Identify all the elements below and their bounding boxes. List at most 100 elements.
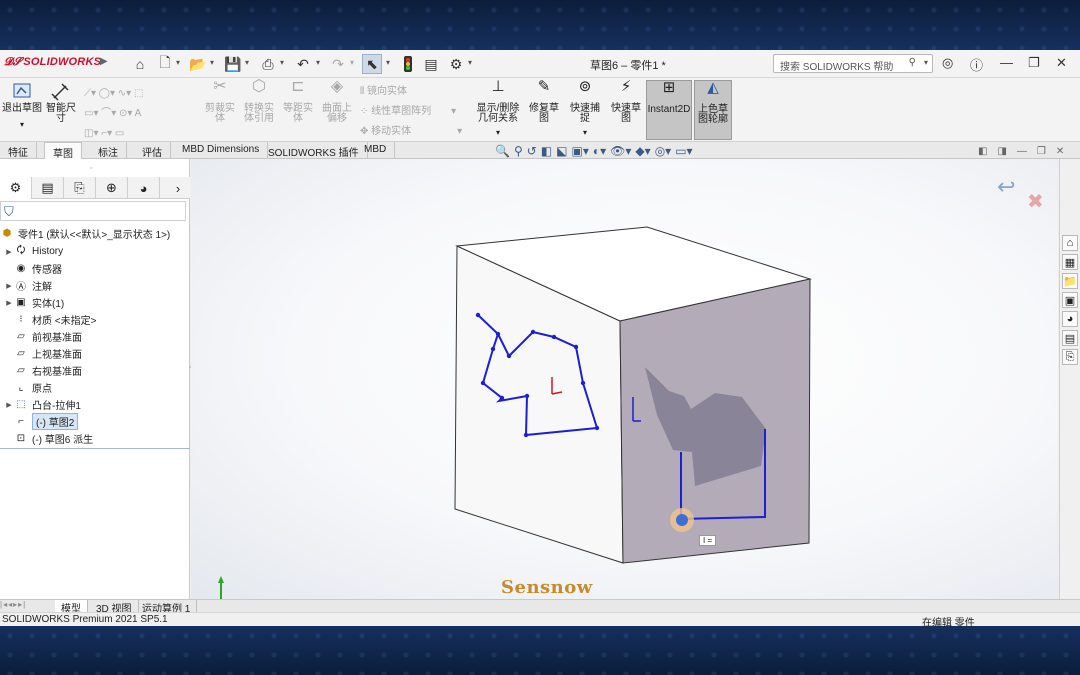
trim-entities-button[interactable]: ✂ 剪裁实体 — [202, 79, 238, 140]
menu-expand-icon[interactable]: ▶ — [100, 56, 108, 67]
open-icon[interactable]: 📂 — [188, 54, 208, 74]
offset-entities-button[interactable]: ⊏ 等距实体 — [280, 79, 316, 140]
move-entities-button[interactable]: ✥ 移动实体 ▾ — [360, 122, 462, 137]
tree-item-annotations[interactable]: ▶ Ⓐ 注解 — [4, 277, 52, 294]
property-manager-tab-icon[interactable]: ▤ — [32, 177, 64, 199]
tab-scroll-arrows[interactable]: |◂◂▸▸| — [0, 600, 26, 609]
tab-markup[interactable]: 标注 — [90, 142, 127, 159]
quick-snaps-button[interactable]: ⊚ 快速捕捉 ▾ — [566, 79, 604, 140]
rebuild-icon[interactable] — [398, 54, 418, 74]
tree-item-front-plane[interactable]: ▱ 前视基准面 — [4, 328, 82, 345]
redo-icon[interactable]: ↷ — [328, 54, 348, 74]
zoom-to-fit-icon[interactable]: 🔍 — [495, 144, 510, 160]
selected-point-icon[interactable] — [676, 514, 688, 526]
tile-right-icon[interactable]: ◨ — [997, 146, 1006, 157]
options-dropdown-icon[interactable]: ▾ — [468, 58, 472, 67]
viewport-restore-icon[interactable]: ❐ — [1037, 146, 1046, 157]
tab-mbd-dimensions[interactable]: MBD Dimensions — [174, 142, 269, 159]
tree-item-solid-bodies[interactable]: ▶ ▣ 实体(1) — [4, 294, 64, 311]
relations-dropdown-icon[interactable]: ▾ — [474, 128, 522, 138]
viewport-minimize-icon[interactable]: — — [1017, 146, 1027, 157]
select-dropdown-icon[interactable]: ▾ — [386, 58, 390, 67]
display-manager-tab-icon[interactable]: ◕ — [128, 177, 160, 199]
repair-sketch-button[interactable]: ✎ 修复草图 — [526, 79, 562, 140]
tree-item-top-plane[interactable]: ▱ 上视基准面 — [4, 345, 82, 362]
dimension-input-box[interactable]: I = — [699, 535, 717, 546]
design-library-icon[interactable]: ▦ — [1062, 254, 1078, 270]
zoom-area-icon[interactable]: ⚲ — [514, 144, 523, 160]
solidworks-logo[interactable]: 𝓓𝓢 SOLIDWORKS — [4, 56, 101, 69]
hide-show-items-icon[interactable]: 👁▾ — [610, 144, 631, 160]
tab-mbd[interactable]: MBD — [356, 142, 396, 159]
mirror-entities-button[interactable]: ⫴ 镜向实体 — [360, 82, 407, 97]
close-button[interactable]: ✕ — [1056, 55, 1067, 71]
dimxpert-tab-icon[interactable]: ⊕ — [96, 177, 128, 199]
restore-button[interactable]: ❐ — [1028, 55, 1040, 71]
tab-addins[interactable]: SOLIDWORKS 插件 — [260, 142, 368, 159]
tab-evaluate[interactable]: 评估 — [134, 142, 171, 159]
file-properties-icon[interactable]: ▤ — [421, 54, 441, 74]
tab-features[interactable]: 特征 — [0, 142, 37, 159]
new-dropdown-icon[interactable]: ▾ — [176, 58, 180, 67]
tree-root-part[interactable]: ⬢ 零件1 (默认<<默认>_显示状态 1>) — [0, 225, 171, 242]
account-icon[interactable]: ◎ — [942, 55, 953, 71]
sketch-entity-tools[interactable]: ⟋▾ ◯▾ ∿▾ ⬚ ▭▾ ⌒▾ ⊙▾ A ◫▾ ⌐▾ ▭ — [84, 84, 143, 144]
show-delete-relations-button[interactable]: ⊥ 显示/删除几何关系 ▾ — [474, 79, 522, 140]
options-gear-icon[interactable]: ⚙ — [446, 54, 466, 74]
tree-item-sensors[interactable]: ◉ 传感器 — [4, 260, 62, 277]
tree-item-sketch6[interactable]: ⊡ (-) 草图6 派生 — [4, 430, 93, 447]
forum-icon[interactable]: ⎘ — [1062, 349, 1078, 365]
linear-pattern-button[interactable]: ⁘ 线性草图阵列 ▾ — [360, 102, 456, 117]
help-icon[interactable]: ⓘ — [970, 55, 983, 74]
graphics-viewport[interactable]: I = Sensnow ↩ ✖ — [191, 159, 1058, 599]
file-explorer-icon[interactable]: 📁 — [1062, 273, 1078, 289]
display-style-icon[interactable]: ◐▾ — [593, 144, 606, 160]
dynamic-annotation-icon[interactable]: ⬕ — [556, 144, 567, 160]
convert-entities-button[interactable]: ⬡ 转换实体引用 — [240, 79, 278, 140]
open-dropdown-icon[interactable]: ▾ — [210, 58, 214, 67]
help-search-input[interactable]: 搜索 SOLIDWORKS 帮助 ⚲ ▾ — [773, 54, 933, 73]
exit-sketch-dropdown-icon[interactable]: ▾ — [2, 120, 42, 130]
tab-sketch[interactable]: 草图 — [44, 142, 82, 160]
shaded-sketch-contours-button[interactable]: ◭ 上色草图轮廓 — [694, 80, 732, 140]
appearances-icon[interactable]: ◕ — [1062, 311, 1078, 327]
rapid-sketch-button[interactable]: ⚡ 快速草图 — [608, 79, 644, 140]
panel-expand-icon[interactable]: › — [166, 177, 190, 199]
print-icon[interactable]: ⎙ — [258, 54, 278, 74]
edit-appearance-icon[interactable]: ◆▾ — [635, 144, 650, 160]
panel-grip-icon[interactable]: ◦ — [90, 165, 92, 172]
expand-arrow-icon[interactable]: ▶ — [4, 282, 14, 290]
viewport-close-icon[interactable]: ✕ — [1056, 146, 1064, 157]
view-orientation-icon[interactable]: ▣▾ — [572, 144, 589, 160]
tree-filter-input[interactable]: ⛉ — [0, 201, 186, 221]
custom-properties-icon[interactable]: ▤ — [1062, 330, 1078, 346]
solidworks-resources-icon[interactable]: ⌂ — [1062, 235, 1078, 251]
undo-dropdown-icon[interactable]: ▾ — [316, 58, 320, 67]
view-palette-icon[interactable]: ▣ — [1062, 292, 1078, 308]
save-icon[interactable]: 💾 — [223, 54, 243, 74]
home-icon[interactable]: ⌂ — [130, 54, 150, 74]
view-settings-icon[interactable]: ▭▾ — [675, 144, 692, 160]
print-dropdown-icon[interactable]: ▾ — [280, 58, 284, 67]
smart-dimension-button[interactable]: 智能尺寸 — [44, 80, 78, 140]
configuration-manager-tab-icon[interactable]: ⎘ — [64, 177, 96, 199]
feature-manager-tab-icon[interactable]: ⚙ — [0, 177, 32, 199]
tree-item-sketch2[interactable]: ⌐ (-) 草图2 — [4, 413, 79, 430]
expand-arrow-icon[interactable]: ▶ — [4, 248, 14, 256]
select-pointer-icon[interactable]: ⬉ — [362, 54, 382, 74]
tree-item-right-plane[interactable]: ▱ 右视基准面 — [4, 362, 82, 379]
undo-icon[interactable]: ↶ — [293, 54, 313, 74]
exit-sketch-button[interactable]: 退出草图 ▾ — [2, 80, 42, 140]
new-document-icon[interactable]: 🗋 — [155, 54, 175, 74]
confirmation-corner-cancel-icon[interactable]: ✖ — [1027, 189, 1044, 214]
tree-item-material[interactable]: ⁝ 材质 <未指定> — [4, 311, 96, 328]
search-dropdown-icon[interactable]: ▾ — [924, 58, 928, 67]
offset-on-surface-button[interactable]: ◈ 曲面上偏移 — [318, 79, 356, 140]
redo-dropdown-icon[interactable]: ▾ — [350, 58, 354, 67]
tree-item-boss-extrude[interactable]: ▶ ⬚ 凸台-拉伸1 — [4, 396, 81, 413]
expand-arrow-icon[interactable]: ▶ — [4, 299, 14, 307]
apply-scene-icon[interactable]: ◎▾ — [655, 144, 672, 160]
expand-arrow-icon[interactable]: ▶ — [4, 401, 14, 409]
minimize-button[interactable]: — — [1000, 55, 1013, 70]
confirmation-corner-accept-icon[interactable]: ↩ — [997, 174, 1015, 200]
